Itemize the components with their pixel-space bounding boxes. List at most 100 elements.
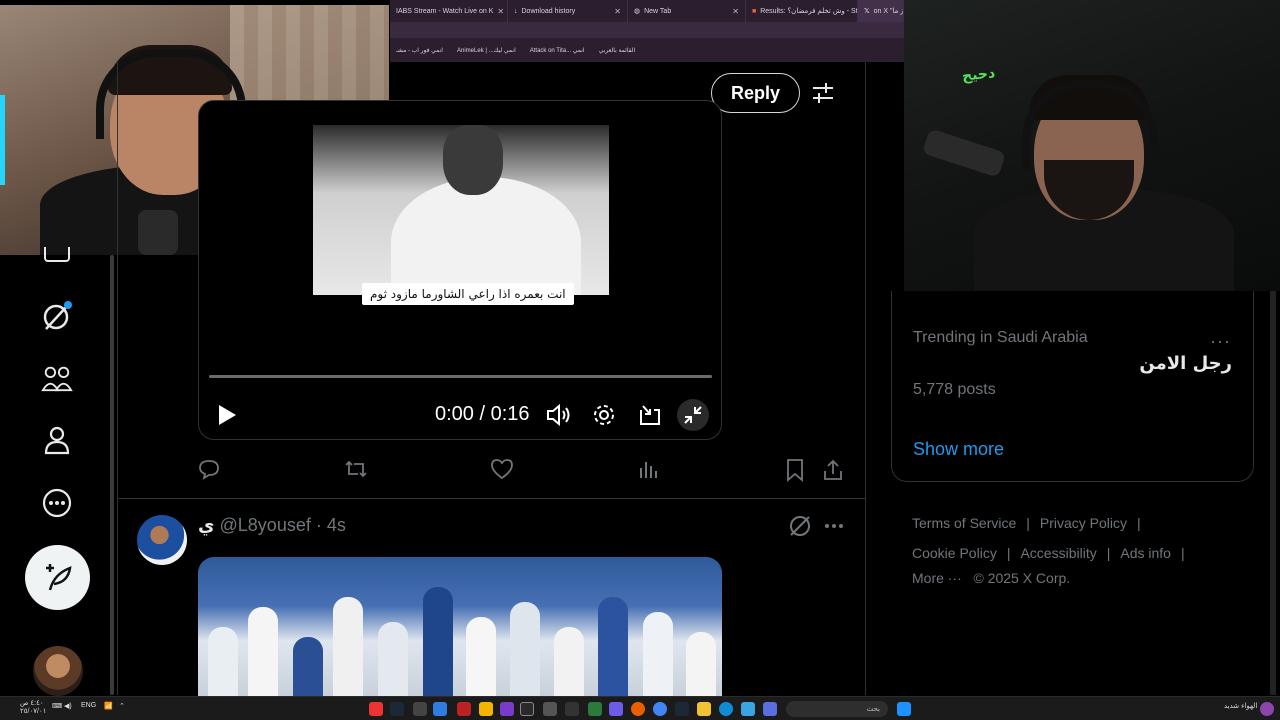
privacy-link[interactable]: Privacy Policy [1040,515,1127,531]
teams-icon[interactable] [763,702,777,716]
crowd-figure [686,632,716,697]
play-icon [219,405,236,425]
trend-name[interactable]: رجل الامن [1139,353,1232,374]
account-avatar[interactable] [33,646,83,696]
like-action[interactable] [490,458,514,482]
site-footer: Terms of Service | Privacy Policy | Cookie … [912,508,1252,588]
bookmark-item[interactable]: انمي فور اب - مشـ [396,47,443,54]
post-header: ي @L8yousef · 4s [198,515,346,536]
play-button[interactable] [211,399,243,431]
sidebar-item-profile[interactable] [41,424,73,456]
volume-button[interactable] [543,399,575,431]
grok-icon [43,301,72,330]
app-icon[interactable] [479,702,493,716]
views-action[interactable] [637,458,661,482]
copilot-icon[interactable] [1260,702,1274,716]
windows-start-icon[interactable] [897,702,911,716]
video-player[interactable]: انت بعمره اذا راعي الشاورما مازود ثوم 0:… [198,100,722,440]
sidebar-item-grok[interactable] [41,300,73,332]
compose-post-button[interactable] [25,545,90,610]
app-icon[interactable] [457,702,471,716]
video-frame [313,125,609,295]
collapse-icon [684,406,702,424]
steam-icon[interactable] [675,702,689,716]
bookmark-item[interactable]: القائمة بالعربي [599,47,636,54]
reply-button[interactable]: Reply [711,73,800,113]
comment-icon [199,460,219,480]
sidebar-item-more[interactable] [41,487,73,519]
tab-x[interactable]: 𝕏on X "ميمز ما [858,0,904,22]
tab-label: New Tab [644,7,672,15]
reply-settings-button[interactable] [810,80,836,106]
author-name[interactable]: ي [198,515,215,535]
close-icon[interactable]: ✕ [610,7,621,16]
bookmark-action[interactable] [784,458,808,482]
video-controls: 0:00 / 0:16 [199,395,721,435]
grok-icon [790,516,810,536]
author-avatar[interactable] [137,515,187,565]
chevron-up-icon[interactable]: ⌃ [119,702,125,710]
bookmark-item[interactable]: AnimeLek | ...انمي ليك [457,47,516,54]
taskbar-clock[interactable]: ٤:٤٠ ص ٢٥/٠٧/٠١ [20,700,46,716]
tab-kick[interactable]: IABS Stream - Watch Live on K ✕ [390,0,508,22]
trend-more-button[interactable]: ··· [1210,331,1231,352]
trend-card: Trending in Saudi Arabia ··· رجل الامن 5… [891,291,1254,482]
more-link[interactable]: More ··· [912,570,962,586]
video-progress-bar[interactable] [209,375,712,378]
cookie-link[interactable]: Cookie Policy [912,545,997,561]
folder-icon[interactable] [697,702,711,716]
discord-icon[interactable] [609,702,623,716]
bookmark-item[interactable]: Attack on Tita... انمي [530,47,585,54]
app-icon[interactable] [565,702,579,716]
taskbar-search[interactable]: بحث [786,701,888,717]
post-more-button[interactable] [822,514,846,538]
tab-new[interactable]: ◍ New Tab ✕ [628,0,746,22]
app-icon[interactable] [500,702,514,716]
sidebar-item-lists[interactable] [41,245,73,267]
app-icon[interactable] [543,702,557,716]
app-icon[interactable] [433,702,447,716]
sidebar-scrollbar[interactable] [110,255,114,695]
share-action[interactable] [822,458,846,482]
ads-info-link[interactable]: Ads info [1120,545,1171,561]
app-icon[interactable] [588,702,602,716]
weather-widget[interactable]: الهواء شديد [1224,702,1257,710]
author-handle[interactable]: @L8yousef [220,515,311,535]
terms-link[interactable]: Terms of Service [912,515,1016,531]
video-settings-button[interactable] [588,399,620,431]
grok-button[interactable] [788,514,812,538]
tab-label: Results: وش تخلم فرمضان؟ - St [760,8,858,15]
tab-results[interactable]: ■Results: وش تخلم فرمضان؟ - St✕ [746,0,858,22]
post-media[interactable] [198,557,722,697]
post-time[interactable]: · 4s [316,515,346,535]
close-icon[interactable]: ✕ [728,7,739,16]
obs-icon[interactable] [520,702,534,716]
sidebar-item-communities[interactable] [41,362,73,394]
separator: | [1106,545,1111,561]
microphone [138,210,178,255]
app-icon[interactable] [369,702,383,716]
language-indicator[interactable]: ENG [81,702,96,709]
chrome-icon[interactable] [653,702,667,716]
crowd-figure [554,627,584,697]
edge-icon[interactable] [719,702,733,716]
address-bar[interactable] [390,22,904,38]
app-icon[interactable] [413,702,427,716]
app-icon[interactable] [741,702,755,716]
fullscreen-exit-button[interactable] [677,399,709,431]
pip-button[interactable] [634,399,666,431]
accessibility-link[interactable]: Accessibility [1020,545,1096,561]
repost-action[interactable] [344,458,368,482]
tab-downloads[interactable]: ↓ Download history ✕ [508,0,628,22]
tray-icons[interactable]: ⌨ ◀) [52,702,72,710]
show-more-link[interactable]: Show more [913,439,1004,460]
steam-icon[interactable] [390,702,404,716]
firefox-icon[interactable] [631,702,645,716]
page-scrollbar[interactable] [1270,291,1276,695]
tab-label: on X "ميمز ما [873,8,904,15]
trend-meta: Trending in Saudi Arabia [913,329,1088,346]
reply-action[interactable] [198,458,222,482]
close-icon[interactable]: ✕ [493,7,504,16]
wifi-icon[interactable]: 📶 [104,702,113,710]
video-time: 0:00 / 0:16 [435,403,530,425]
